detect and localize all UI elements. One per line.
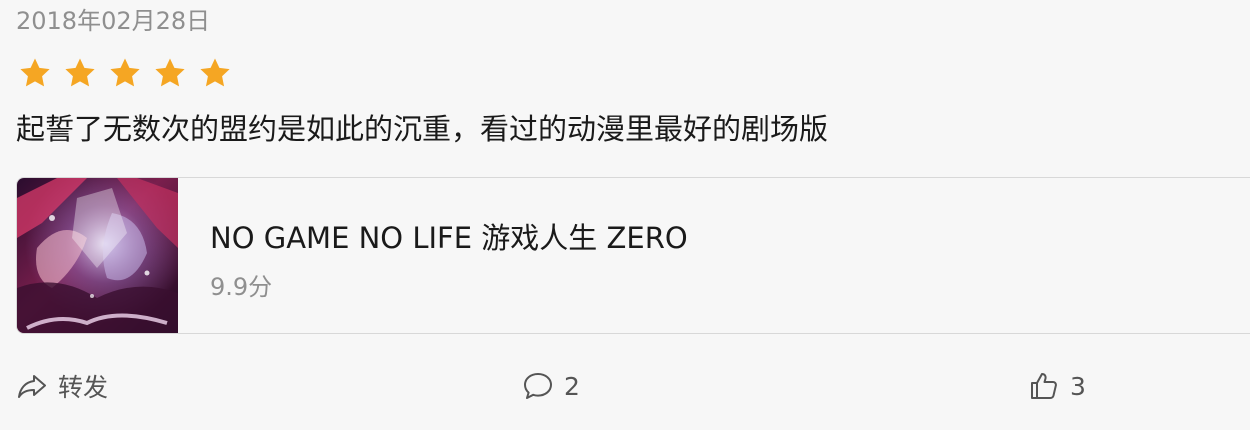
share-icon xyxy=(18,375,46,398)
share-label: 转发 xyxy=(58,373,109,402)
like-button[interactable]: 3 xyxy=(1028,366,1086,406)
star-icon xyxy=(155,58,185,87)
review-text: 起誓了无数次的盟约是如此的沉重，看过的动漫里最好的剧场版 xyxy=(16,112,829,146)
anime-poster-image xyxy=(17,178,178,333)
comment-icon xyxy=(524,373,552,399)
star-icon xyxy=(65,58,95,87)
star-icon xyxy=(20,58,50,87)
star-icon xyxy=(200,58,230,87)
rating-stars xyxy=(18,56,232,90)
movie-card[interactable]: NO GAME NO LIFE 游戏人生 ZERO 9.9分 xyxy=(16,177,1250,334)
review-date: 2018年02月28日 xyxy=(16,7,211,35)
star-icon xyxy=(110,58,140,87)
movie-title[interactable]: NO GAME NO LIFE 游戏人生 ZERO xyxy=(210,218,688,258)
comment-button[interactable]: 2 xyxy=(522,366,580,406)
comment-count: 2 xyxy=(564,371,580,401)
share-button[interactable]: 转发 xyxy=(16,366,108,406)
like-count: 3 xyxy=(1070,371,1086,401)
movie-score: 9.9分 xyxy=(210,273,273,301)
thumbs-up-icon xyxy=(1031,373,1057,399)
